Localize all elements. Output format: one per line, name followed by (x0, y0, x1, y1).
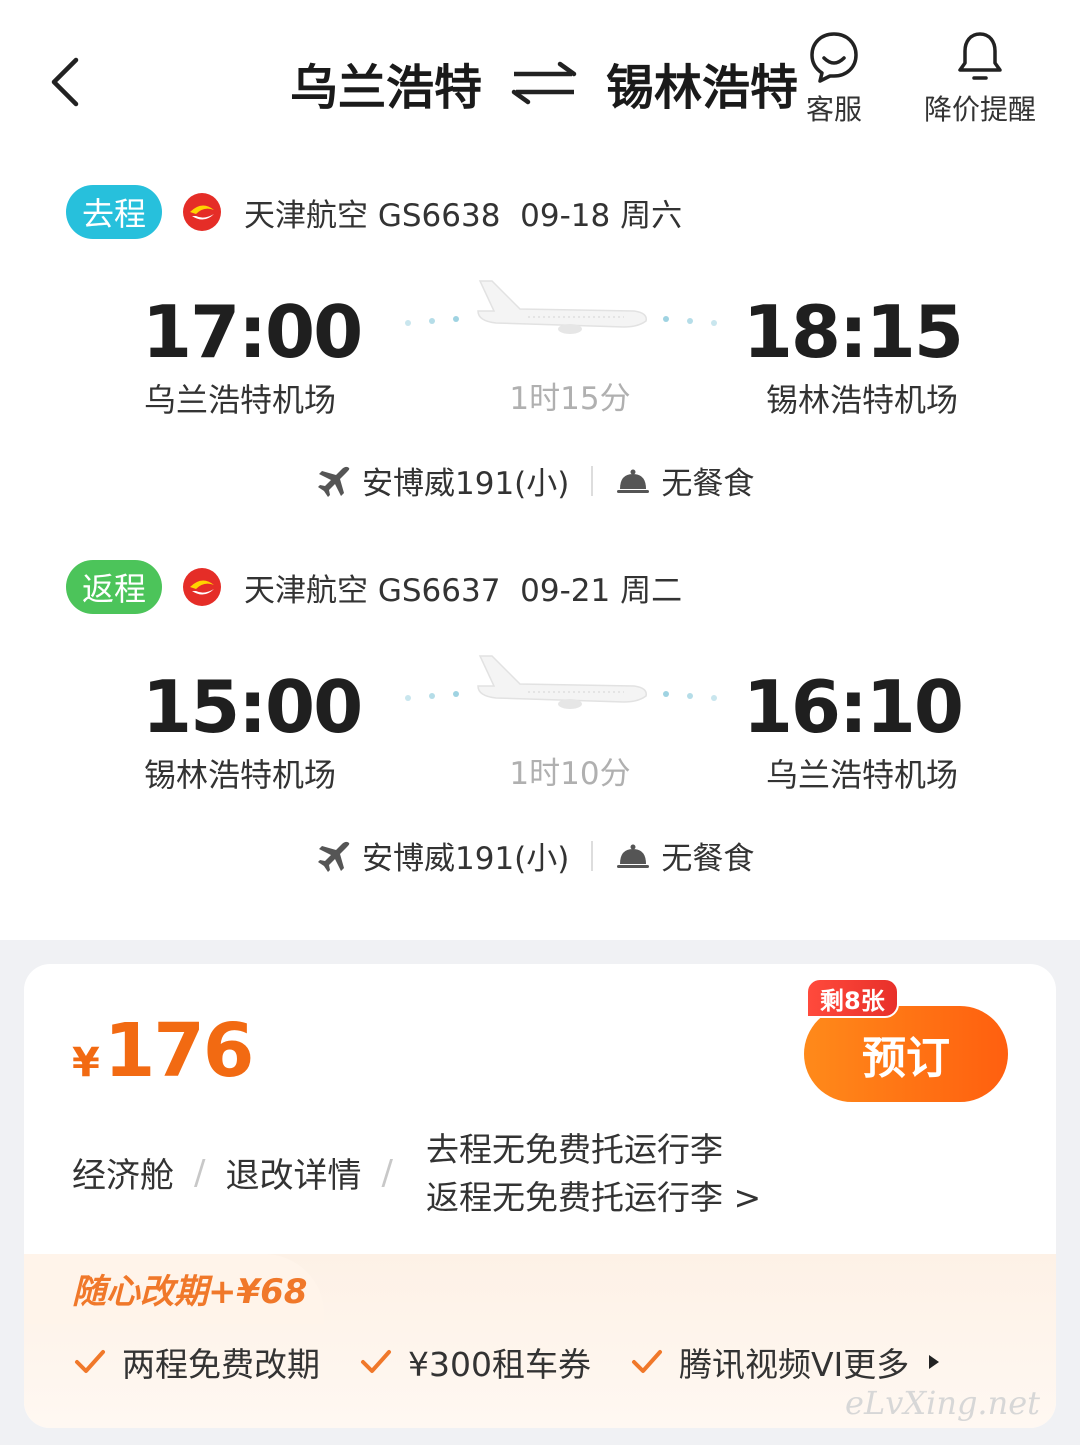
outbound-segment: 去程 天津航空 GS6638 09-18 周六 17:00 18:15 乌兰浩特… (0, 180, 1080, 540)
chat-bubble-icon (810, 32, 858, 83)
divider (591, 465, 594, 496)
airline-logo-icon (183, 568, 221, 606)
divider (591, 840, 594, 871)
package-title: 随心改期+¥68 (72, 1272, 308, 1312)
perk-item: ¥300租车券 (360, 1338, 591, 1386)
arrival-airport: 锡林浩特机场 (765, 381, 958, 419)
segment-header: 去程 天津航空 GS6638 09-18 周六 (66, 185, 682, 239)
arrival-time: 16:10 (742, 665, 964, 749)
slash-divider: / (194, 1152, 206, 1193)
departure-airport: 乌兰浩特机场 (144, 381, 337, 419)
refund-change-link[interactable]: 退改详情 (225, 1148, 361, 1197)
slash-divider: / (381, 1152, 393, 1193)
flight-info: 天津航空 GS6638 09-18 周六 (244, 197, 683, 234)
fare-meta: 经济舱 / 退改详情 / (72, 1148, 413, 1197)
check-icon (631, 1350, 662, 1373)
departure-time: 15:00 (142, 665, 363, 749)
meal-cloche-icon (617, 844, 650, 868)
check-icon (75, 1350, 105, 1373)
bell-icon (958, 32, 1002, 80)
currency-symbol: ¥ (72, 1040, 100, 1086)
book-button[interactable]: 预订 (804, 1006, 1008, 1102)
luggage-outbound: 去程无免费托运行李 (426, 1130, 723, 1169)
aircraft-type: 安博威191(小) (362, 841, 570, 877)
price-alert-button[interactable]: 降价提醒 (924, 30, 1036, 128)
aircraft-type: 安博威191(小) (362, 466, 570, 502)
flight-details: 安博威191(小) 无餐食 (316, 833, 754, 878)
arrival-airport: 乌兰浩特机场 (765, 756, 958, 794)
perk-label: ¥300租车券 (408, 1345, 591, 1384)
airplane-illustration-icon (405, 655, 717, 709)
route-title: 乌兰浩特 锡林浩特 (290, 48, 798, 118)
to-city: 锡林浩特 (606, 60, 799, 116)
flight-duration: 1时15分 (509, 381, 631, 417)
tickets-left-badge: 剩8张 (806, 978, 899, 1018)
flight-info: 天津航空 GS6637 09-21 周二 (244, 572, 683, 609)
watermark: eLvXing.net (845, 1384, 1040, 1422)
chevron-left-icon (51, 57, 79, 107)
price-alert-label: 降价提醒 (924, 93, 1037, 126)
top-bar: 乌兰浩特 锡林浩特 客服 降价提醒 (0, 0, 1080, 150)
perk-label: 两程免费改期 (122, 1345, 320, 1384)
more-label: 更多 (843, 1345, 910, 1384)
luggage-return: 返程无免费托运行李 > (426, 1178, 762, 1217)
return-segment: 返程 天津航空 GS6637 09-21 周二 15:00 16:10 锡林浩特… (0, 555, 1080, 915)
customer-service-button[interactable]: 客服 (806, 30, 862, 128)
return-tag: 返程 (66, 560, 162, 614)
departure-time: 17:00 (142, 290, 363, 374)
back-button[interactable] (40, 52, 100, 112)
outbound-tag: 去程 (66, 185, 162, 239)
departure-airport: 锡林浩特机场 (144, 756, 337, 794)
meal-info: 无餐食 (661, 841, 755, 877)
arrival-time: 18:15 (742, 290, 964, 374)
swap-arrows-icon[interactable] (508, 58, 580, 108)
airplane-illustration-icon (405, 280, 717, 334)
perk-item: 腾讯视频VI (631, 1338, 843, 1386)
more-perks-link[interactable]: 更多 (843, 1338, 941, 1386)
segment-header: 返程 天津航空 GS6637 09-21 周二 (66, 560, 682, 614)
perk-list: 两程免费改期 ¥300租车券 腾讯视频VI 更多 (74, 1338, 941, 1386)
meal-cloche-icon (617, 469, 650, 493)
plane-icon (318, 841, 350, 872)
price-value: 176 (103, 1008, 254, 1094)
price: ¥ 176 (72, 1008, 254, 1094)
check-icon (361, 1350, 391, 1373)
plane-icon (318, 466, 350, 497)
flight-duration: 1时10分 (509, 756, 631, 792)
luggage-info[interactable]: 去程无免费托运行李 返程无免费托运行李 > (426, 1126, 761, 1222)
perk-label: 腾讯视频VI (678, 1345, 844, 1384)
customer-service-label: 客服 (806, 93, 863, 126)
airline-logo-icon (183, 193, 221, 231)
from-city: 乌兰浩特 (290, 60, 483, 116)
triangle-right-icon (929, 1355, 940, 1369)
cabin-class: 经济舱 (72, 1156, 174, 1196)
flight-details: 安博威191(小) 无餐食 (316, 458, 754, 503)
meal-info: 无餐食 (661, 466, 755, 502)
perk-item: 两程免费改期 (74, 1338, 320, 1386)
fare-card: ¥ 176 预订 剩8张 经济舱 / 退改详情 / 去程无免费托运行李 返程无免… (24, 964, 1056, 1428)
flex-change-package[interactable]: 随心改期+¥68 两程免费改期 ¥300租车券 腾讯视频VI 更多 eLvXin… (24, 1254, 1056, 1428)
